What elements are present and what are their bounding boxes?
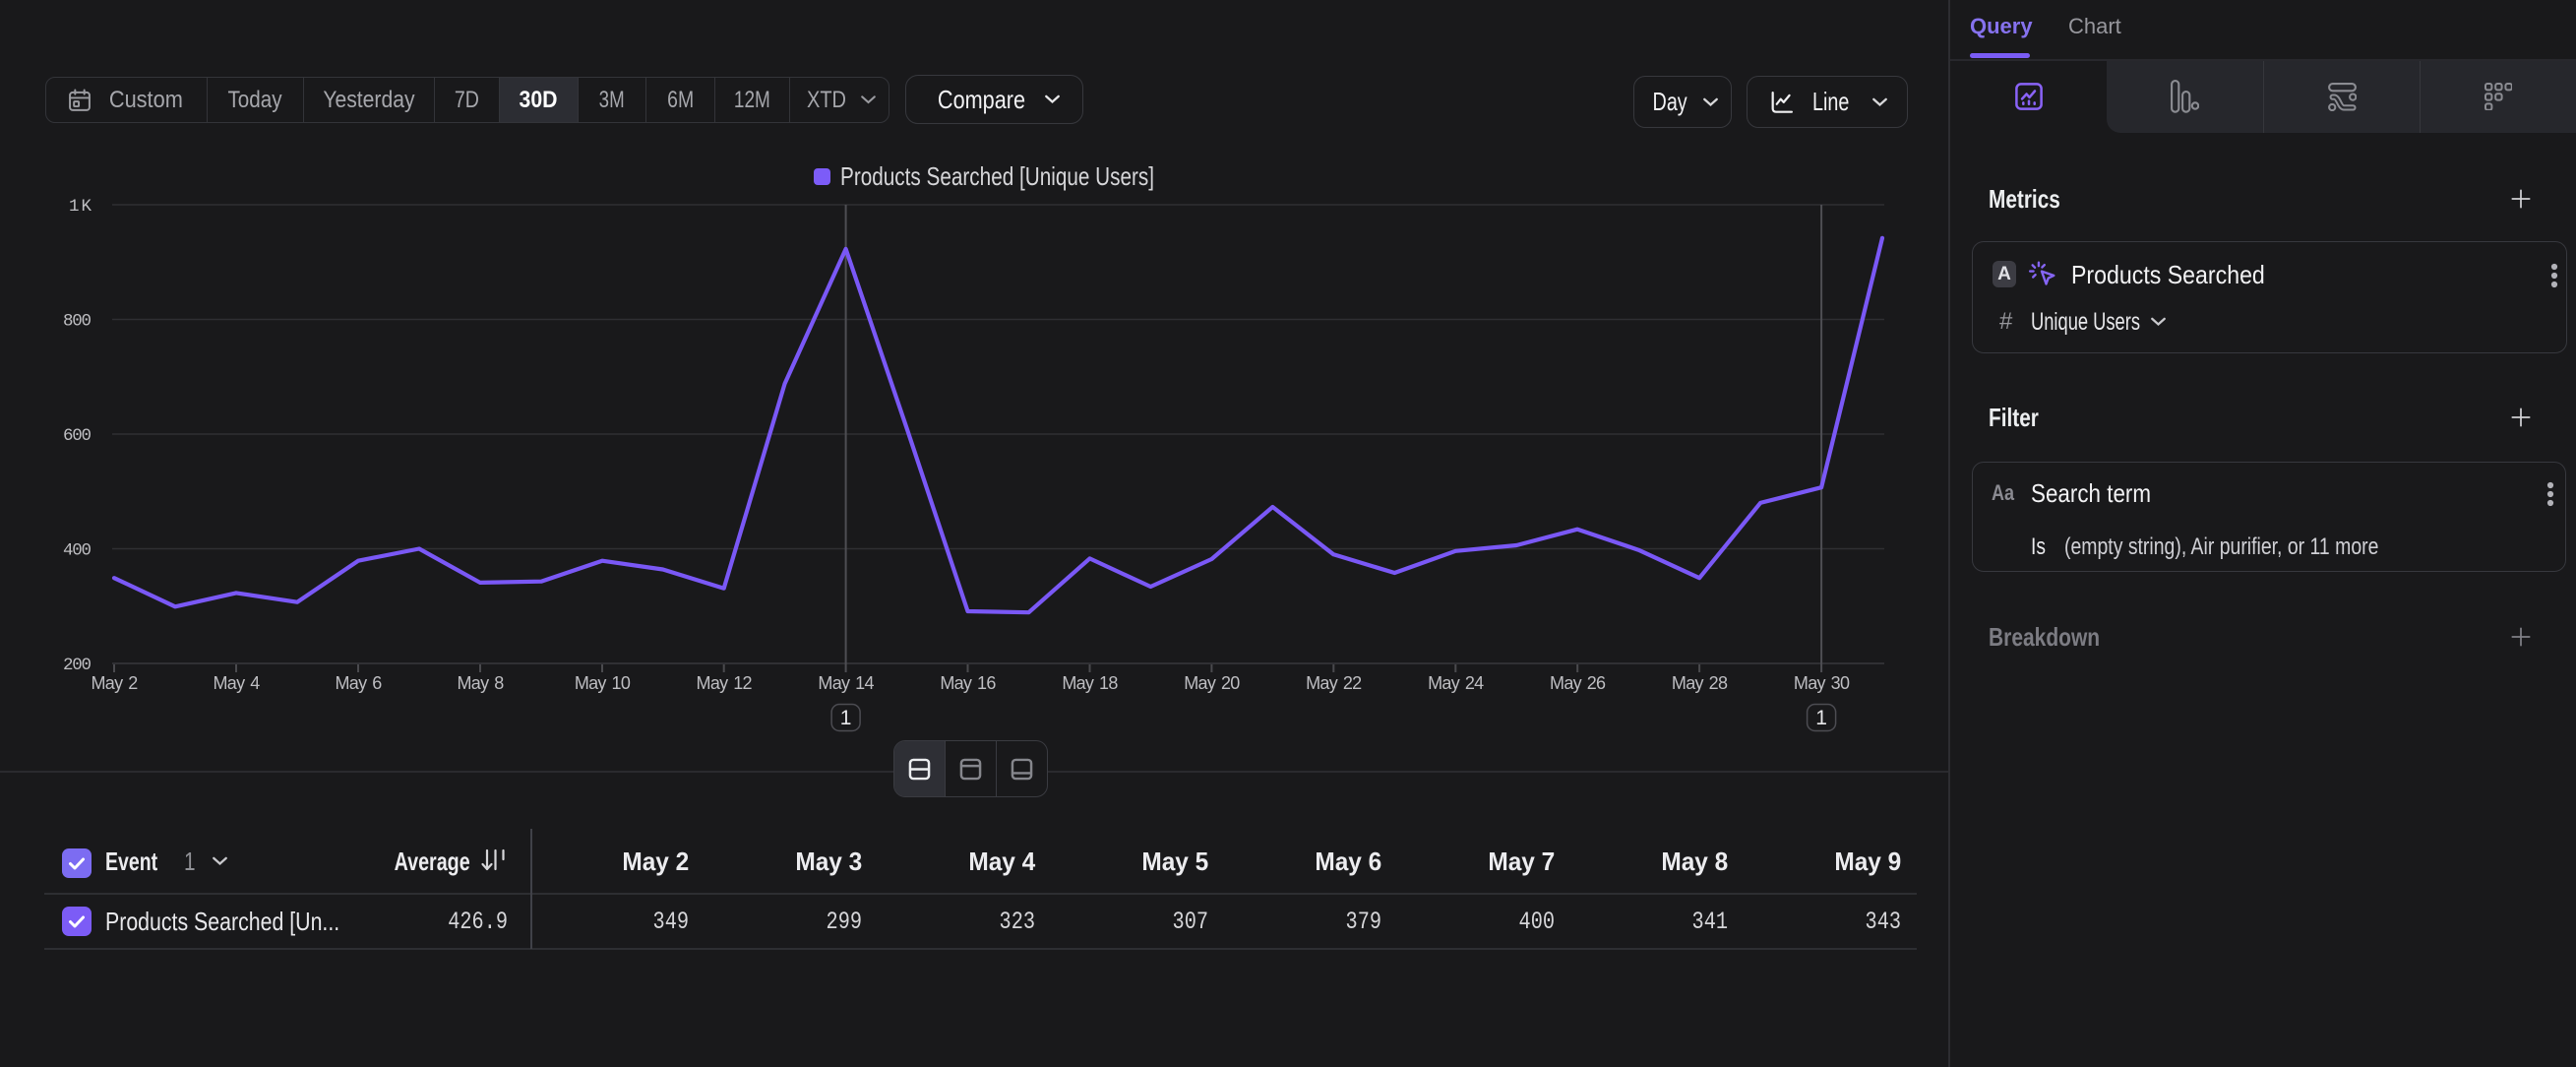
svg-text:May 18: May 18 — [1062, 673, 1118, 693]
svg-text:800: 800 — [63, 312, 92, 332]
svg-text:May 10: May 10 — [575, 673, 631, 693]
svg-text:1: 1 — [840, 707, 852, 729]
svg-text:May 4: May 4 — [213, 673, 260, 693]
svg-text:1K: 1K — [69, 197, 92, 217]
svg-text:May 16: May 16 — [940, 673, 996, 693]
svg-text:May 26: May 26 — [1550, 673, 1606, 693]
svg-text:May 8: May 8 — [457, 673, 504, 693]
svg-text:400: 400 — [63, 541, 92, 561]
svg-text:200: 200 — [63, 656, 92, 675]
svg-text:May 28: May 28 — [1672, 673, 1728, 693]
svg-text:May 6: May 6 — [335, 673, 382, 693]
svg-text:May 22: May 22 — [1306, 673, 1362, 693]
svg-text:1: 1 — [1815, 707, 1827, 729]
svg-text:May 2: May 2 — [91, 673, 138, 693]
svg-text:May 12: May 12 — [697, 673, 753, 693]
svg-text:May 20: May 20 — [1184, 673, 1240, 693]
svg-text:May 24: May 24 — [1428, 673, 1484, 693]
svg-text:May 30: May 30 — [1794, 673, 1850, 693]
svg-text:600: 600 — [63, 426, 92, 446]
svg-text:May 14: May 14 — [818, 673, 874, 693]
